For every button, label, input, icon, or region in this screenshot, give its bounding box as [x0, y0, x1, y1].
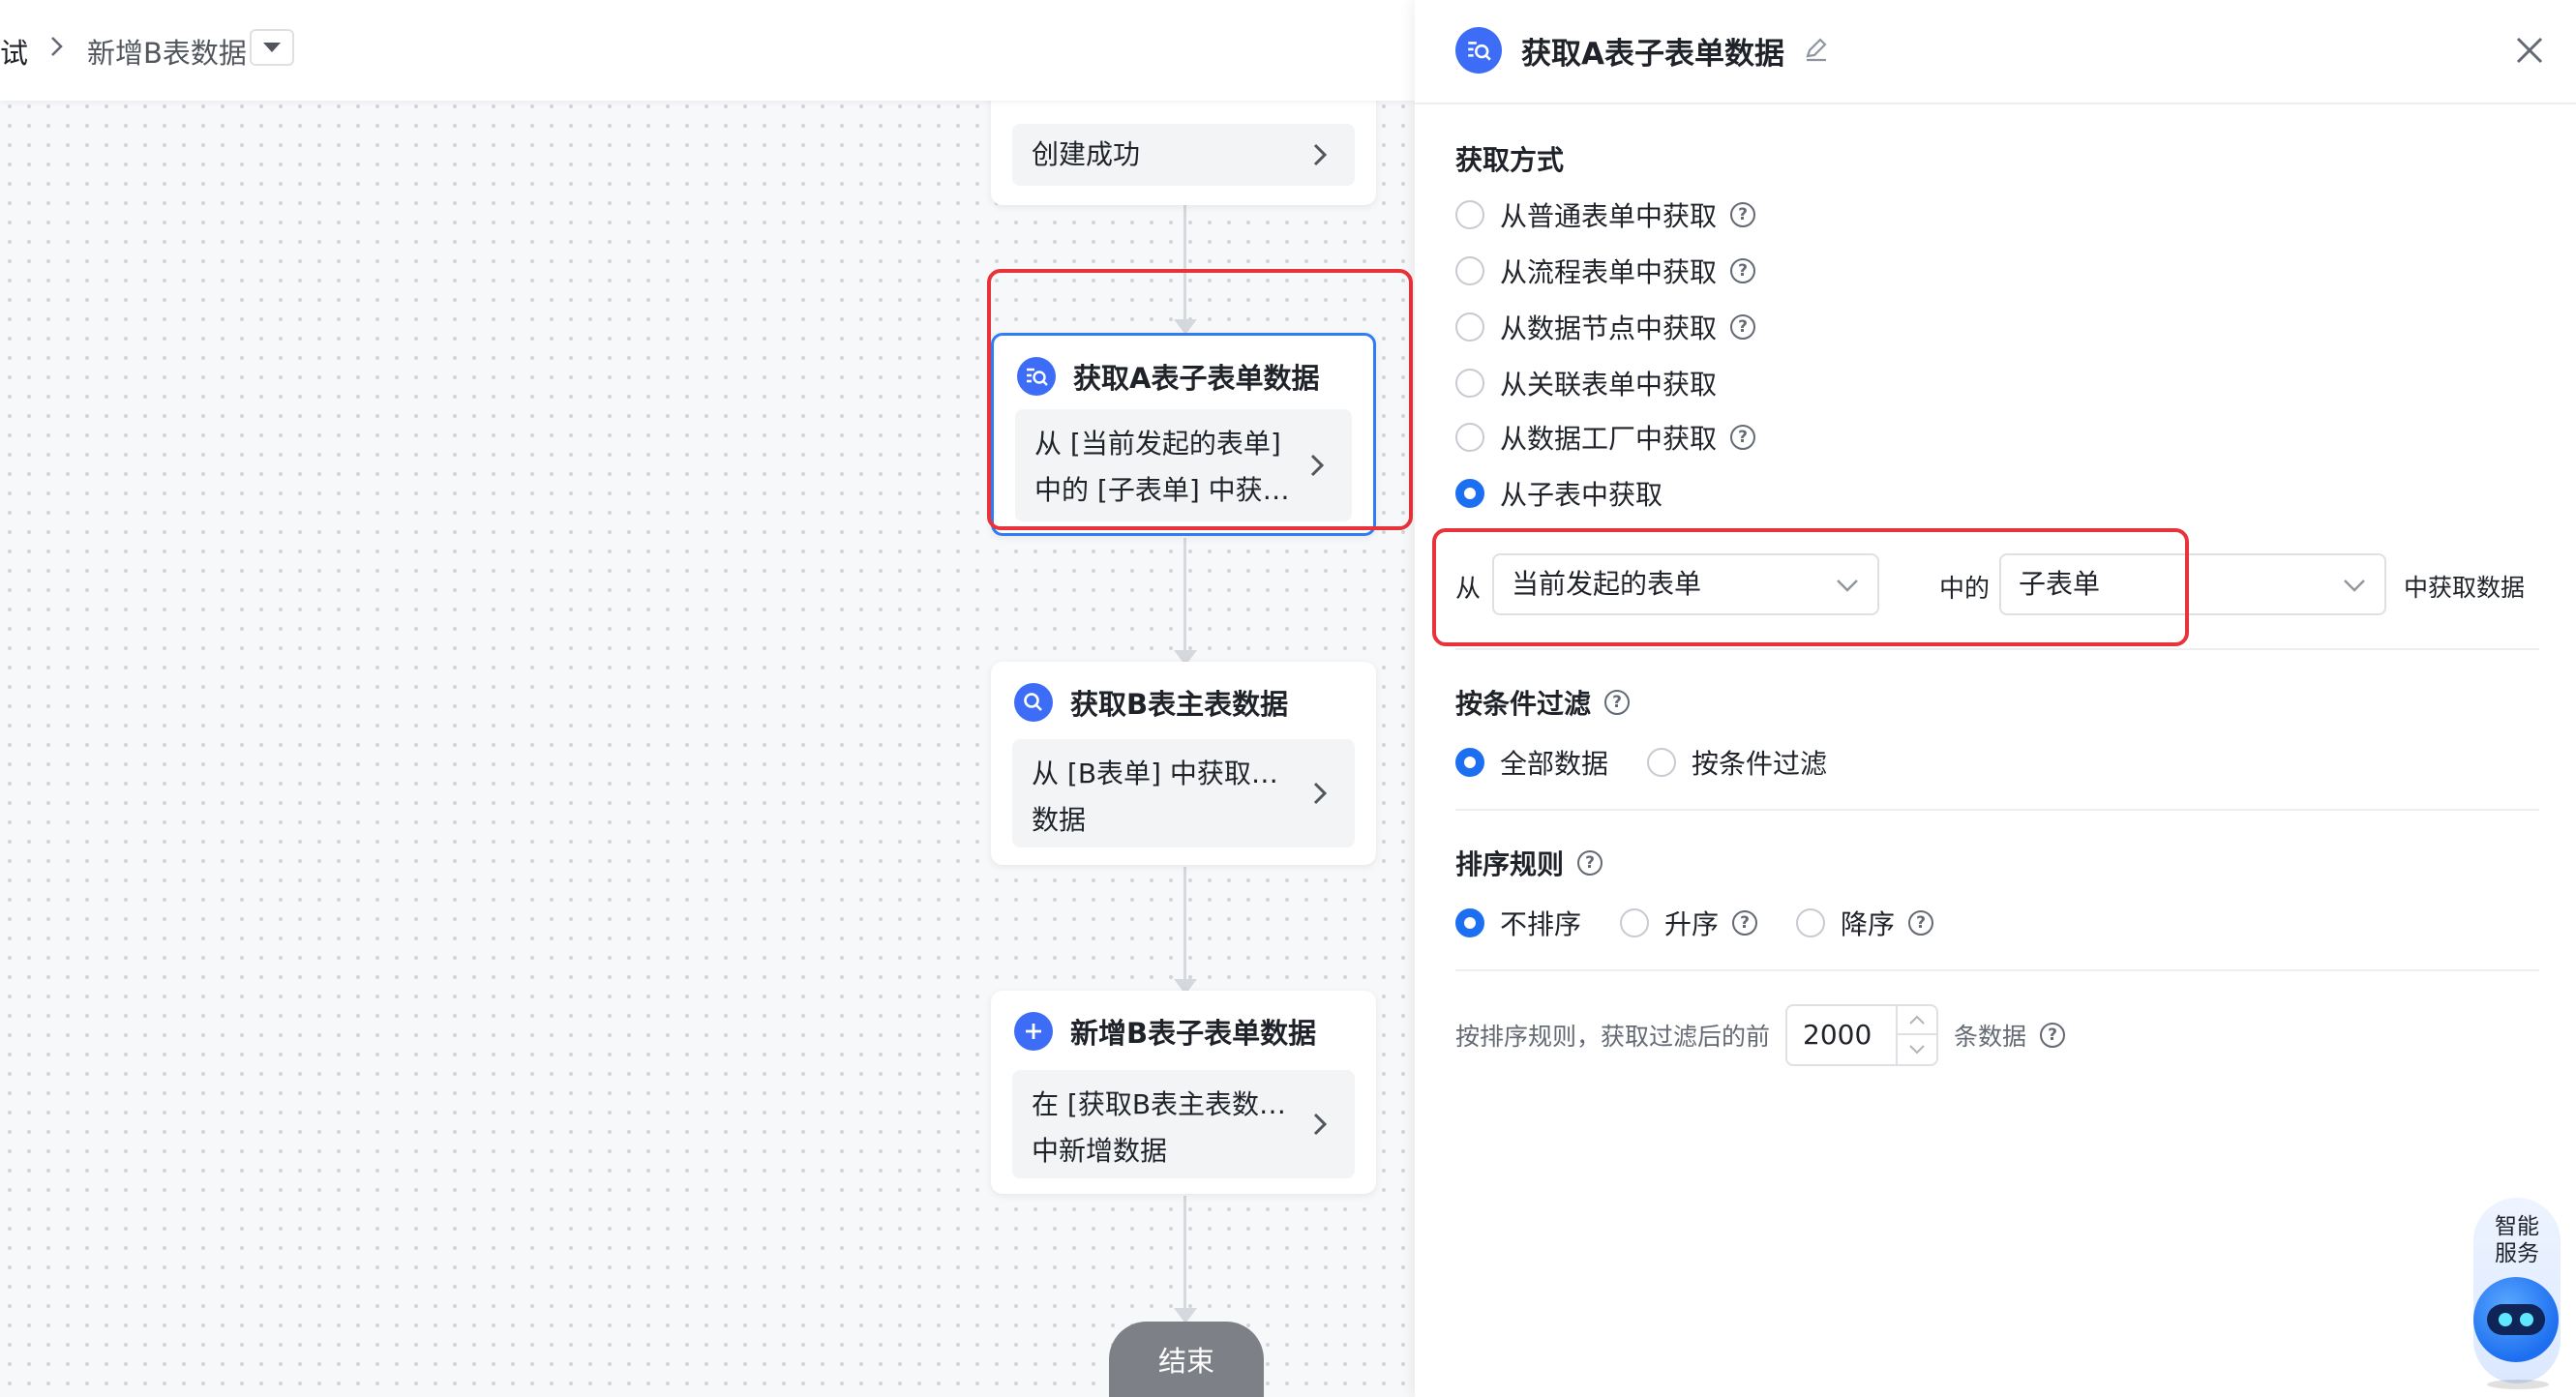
divider — [1455, 648, 2539, 650]
radio-button[interactable] — [1455, 256, 1484, 285]
step-down-button[interactable] — [1898, 1035, 1936, 1064]
help-icon[interactable]: ? — [2040, 1023, 2066, 1048]
divider — [1455, 809, 2539, 811]
connector-line — [1183, 867, 1186, 985]
radio-filter-all[interactable]: 全部数据 — [1455, 743, 1608, 782]
breadcrumb-current: 新增B表数据 — [87, 37, 247, 70]
help-icon[interactable]: ? — [1730, 314, 1756, 340]
radio-button[interactable] — [1455, 200, 1484, 229]
chevron-right-icon — [1313, 782, 1328, 805]
fetch-method-title: 获取方式 — [1455, 144, 1565, 176]
number-stepper[interactable] — [1896, 1006, 1937, 1064]
breadcrumb-dropdown-button[interactable] — [250, 29, 294, 66]
step-up-button[interactable] — [1898, 1006, 1937, 1035]
chevron-right-icon — [1313, 143, 1328, 166]
sort-title: 排序规则 ? — [1455, 844, 1603, 882]
radio-button[interactable] — [1620, 908, 1650, 937]
limit-prefix: 按排序规则，获取过滤后的前 — [1455, 1023, 1771, 1051]
radio-button[interactable] — [1455, 312, 1484, 342]
end-node-label: 结束 — [1157, 1345, 1214, 1378]
connector-line — [1183, 538, 1186, 656]
help-icon[interactable]: ? — [1577, 850, 1603, 876]
flow-node-add-b-subform[interactable]: 新增B表子表单数据 在 [获取B表主表数据] 中新增数据 — [991, 991, 1376, 1194]
search-icon — [1014, 683, 1053, 722]
close-icon[interactable] — [2508, 29, 2551, 72]
node-config-panel: 获取A表子表单数据 获取方式 从普通表单中获取 ? 从流程表单中获取 ? 从数据… — [1415, 0, 2576, 1397]
caret-down-icon — [263, 43, 281, 52]
panel-title: 获取A表子表单数据 — [1521, 37, 1784, 72]
robot-shadow — [2487, 1380, 2549, 1389]
radio-sort-desc[interactable]: 降序 ? — [1796, 904, 1934, 942]
node-body-line1: 在 [获取B表主表数据] — [1032, 1088, 1293, 1120]
node-body-text: 创建成功 — [1032, 138, 1141, 170]
node-body-line2: 数据 — [1032, 804, 1087, 836]
edit-icon[interactable] — [1802, 35, 1831, 64]
highlight-box-source — [1432, 528, 2189, 646]
radio-fetch-data-node[interactable]: 从数据节点中获取 ? — [1455, 308, 1756, 346]
ai-assistant-label: 智能服务 — [2495, 1214, 2539, 1266]
chevron-down-icon — [1909, 1045, 1925, 1055]
radio-sort-none[interactable]: 不排序 — [1455, 904, 1581, 942]
source-end-label: 中获取数据 — [2404, 574, 2526, 602]
sort-options: 不排序 升序 ? 降序 ? — [1455, 904, 1934, 942]
search-data-icon — [1455, 27, 1502, 74]
end-node[interactable]: 结束 — [1109, 1322, 1264, 1397]
flow-topbar: 试 新增B表数据 — [0, 0, 1415, 101]
connector-line — [1183, 1196, 1186, 1314]
filter-title: 按条件过滤 ? — [1455, 683, 1631, 722]
radio-sort-asc[interactable]: 升序 ? — [1620, 904, 1758, 942]
radio-fetch-process-form[interactable]: 从流程表单中获取 ? — [1455, 252, 1756, 290]
radio-button[interactable] — [1455, 423, 1484, 452]
panel-header: 获取A表子表单数据 — [1415, 0, 2576, 104]
node-body-line1: 从 [B表单] 中获取单条 — [1032, 758, 1293, 789]
help-icon[interactable]: ? — [1730, 425, 1756, 450]
chevron-right-icon — [51, 37, 63, 56]
highlight-box-node — [987, 269, 1413, 530]
limit-row: 按排序规则，获取过滤后的前 2000 条数据 ? — [1455, 1004, 2066, 1066]
chevron-right-icon — [1313, 1113, 1328, 1136]
node-body-line2: 中新增数据 — [1032, 1135, 1168, 1167]
radio-button-selected[interactable] — [1455, 908, 1484, 937]
breadcrumb-prev[interactable]: 试 — [0, 31, 28, 72]
limit-number-input[interactable]: 2000 — [1785, 1004, 1939, 1066]
help-icon[interactable]: ? — [1732, 910, 1758, 936]
limit-suffix: 条数据 — [1954, 1023, 2027, 1051]
radio-fetch-subtable[interactable]: 从子表中获取 — [1455, 474, 1662, 513]
help-icon[interactable]: ? — [1730, 258, 1756, 283]
radio-fetch-normal-form[interactable]: 从普通表单中获取 ? — [1455, 195, 1756, 234]
radio-button[interactable] — [1796, 908, 1826, 937]
chevron-down-icon — [2344, 580, 2365, 592]
radio-button[interactable] — [1455, 369, 1484, 398]
plus-icon — [1014, 1012, 1053, 1051]
radio-button-selected[interactable] — [1455, 748, 1484, 777]
flow-canvas[interactable]: 创建成功 获取A表子表单数据 从 [当前发起的表单] 中的 [子表单] 中获取数… — [0, 0, 1415, 1397]
radio-fetch-linked-form[interactable]: 从关联表单中获取 — [1455, 364, 1717, 402]
help-icon[interactable]: ? — [1730, 202, 1756, 227]
divider — [1455, 969, 2539, 971]
help-icon[interactable]: ? — [1908, 910, 1934, 936]
radio-filter-condition[interactable]: 按条件过滤 — [1647, 743, 1827, 782]
robot-icon[interactable] — [2473, 1277, 2559, 1362]
radio-fetch-data-factory[interactable]: 从数据工厂中获取 ? — [1455, 418, 1756, 457]
radio-button-selected[interactable] — [1455, 479, 1484, 508]
flow-node-get-b-main[interactable]: 获取B表主表数据 从 [B表单] 中获取单条 数据 — [991, 662, 1376, 865]
node-title: 新增B表子表单数据 — [1070, 1017, 1317, 1050]
help-icon[interactable]: ? — [1604, 690, 1631, 715]
node-title: 获取B表主表数据 — [1070, 688, 1289, 721]
radio-button[interactable] — [1647, 748, 1677, 777]
filter-options: 全部数据 按条件过滤 — [1455, 743, 1827, 782]
chevron-up-icon — [1909, 1015, 1925, 1025]
